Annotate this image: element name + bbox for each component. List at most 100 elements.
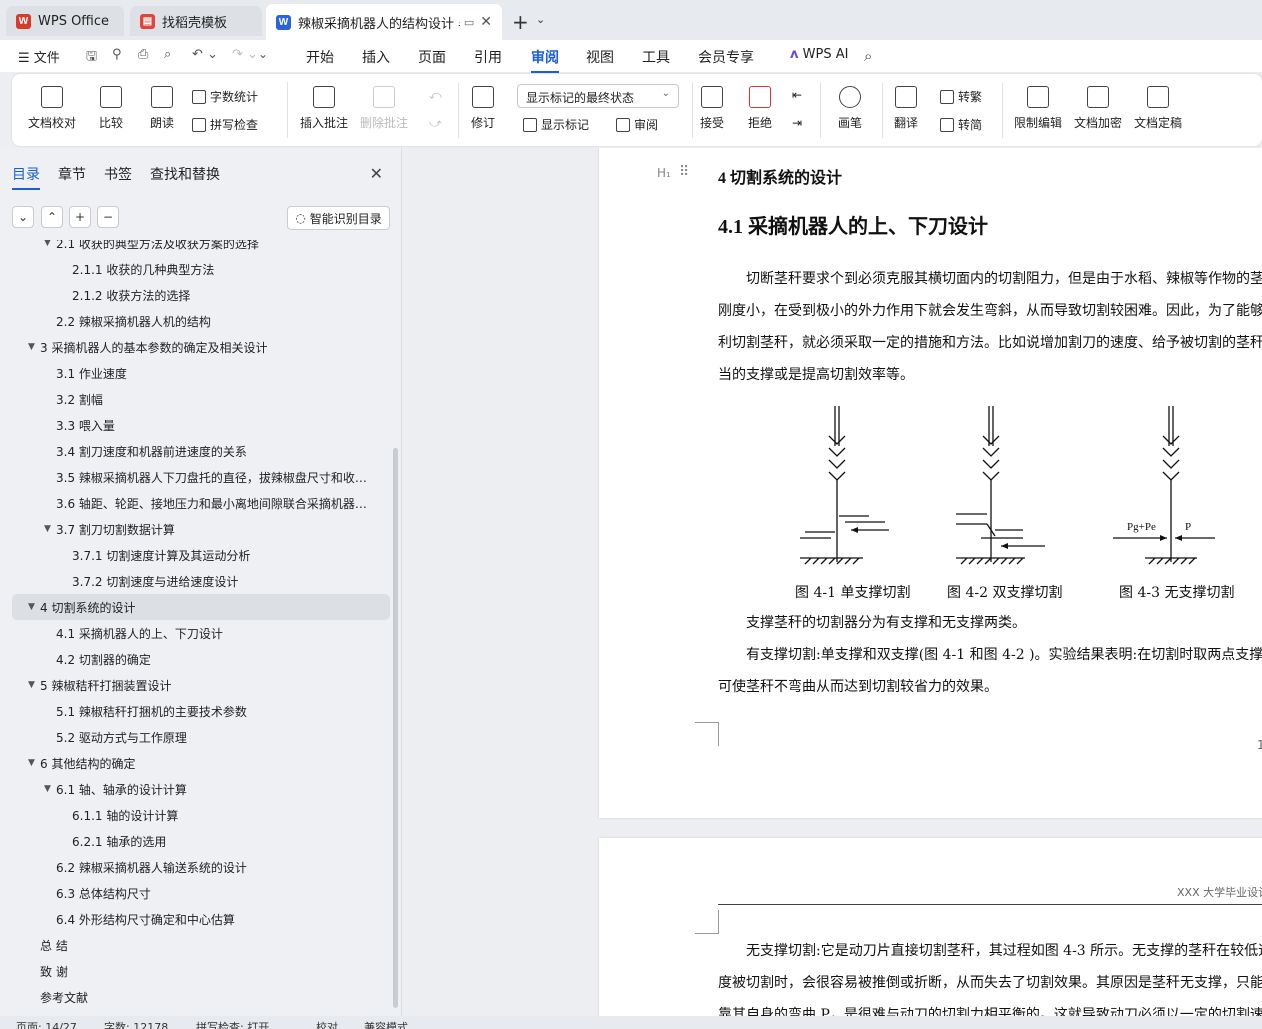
encrypt-button[interactable]: 文档加密	[1074, 86, 1122, 131]
show-markup-button[interactable]: 显示标记	[523, 116, 589, 133]
print-icon[interactable]: ⎙	[138, 47, 148, 62]
review-pane-button[interactable]: 审阅	[616, 116, 658, 133]
tab-chapters[interactable]: 章节	[58, 164, 86, 184]
expand-arrow-icon[interactable]: ▼	[44, 784, 51, 794]
translate-button[interactable]: 翻译	[894, 86, 918, 131]
page-indicator[interactable]: 页面: 14/27	[16, 1019, 77, 1029]
spell-check-button[interactable]: 拼写检查	[192, 116, 258, 133]
next-comment-icon[interactable]: ⤻	[429, 116, 442, 131]
proofread-indicator[interactable]: 校对	[316, 1019, 338, 1029]
toc-item[interactable]: 3.2 割幅	[12, 386, 390, 412]
tab-toc[interactable]: 目录	[12, 164, 40, 190]
toc-item[interactable]: 6.1.1 轴的设计计算	[12, 802, 390, 828]
reject-button[interactable]: 拒绝	[748, 86, 772, 131]
collapse-down-icon[interactable]: ⌄	[12, 206, 34, 228]
toc-item[interactable]: 3.5 辣椒采摘机器人下刀盘托的直径，拔辣椒盘尺寸和收缩...	[12, 464, 390, 490]
toc-item[interactable]: 3.6 轴距、轮距、接地压力和最小离地间隙联合采摘机器人...	[12, 490, 390, 516]
markup-state-select[interactable]: 显示标记的最终状态 ⌄	[517, 84, 679, 108]
heading-level-2[interactable]: 4.1 采摘机器人的上、下刀设计	[718, 210, 988, 239]
toc-item[interactable]: 致 谢	[12, 958, 390, 984]
share-icon[interactable]: ⚲	[112, 47, 122, 62]
para1-line[interactable]: 切断茎秆要求个到必须克服其横切面内的切割阻力，但是由于水稻、辣椒等作物的茎秆	[718, 268, 1262, 288]
print-preview-icon[interactable]: ⌕	[164, 47, 171, 62]
tab-wps-office[interactable]: W WPS Office	[6, 6, 124, 36]
toc-item[interactable]: 6.2.1 轴承的选用	[12, 828, 390, 854]
page2-line[interactable]: 度被切割时，会很容易被推倒或折断，从而失去了切割效果。其原因是茎秆无支撑，只能依	[718, 972, 1262, 992]
menu-insert[interactable]: 插入	[362, 47, 390, 67]
close-pane-icon[interactable]: ✕	[370, 164, 383, 183]
toc-item[interactable]: 4.1 采摘机器人的上、下刀设计	[12, 620, 390, 646]
search-icon[interactable]: ⌕	[864, 47, 872, 65]
tab-template[interactable]: ▤ 找稻壳模板	[130, 6, 262, 36]
toc-item[interactable]: 5.1 辣椒秸秆打捆机的主要技术参数	[12, 698, 390, 724]
menu-vip[interactable]: 会员专享	[698, 47, 754, 67]
toc-item[interactable]: 3.7.1 切割速度计算及其运动分析	[12, 542, 390, 568]
revise-button[interactable]: 修订	[471, 86, 495, 131]
spell-check-indicator[interactable]: 拼写检查: 打开	[196, 1019, 269, 1029]
file-menu[interactable]: ☰ 文件	[18, 47, 60, 66]
delete-comment-button[interactable]: 删除批注	[360, 86, 408, 131]
to-traditional-button[interactable]: 转繁	[940, 88, 982, 105]
menu-page[interactable]: 页面	[418, 47, 446, 67]
toc-item[interactable]: ▼ 6 其他结构的确定	[12, 750, 390, 776]
expand-arrow-icon[interactable]: ▼	[28, 602, 35, 612]
more-chevron-icon[interactable]: ⌄	[258, 47, 268, 61]
add-heading-icon[interactable]: +	[69, 206, 91, 228]
toc-item[interactable]: 2.1.1 收获的几种典型方法	[12, 256, 390, 282]
prev-comment-icon[interactable]: ⤺	[429, 88, 442, 103]
toc-item[interactable]: ▼ 3.7 割刀切割数据计算	[12, 516, 390, 542]
accept-button[interactable]: 接受	[700, 86, 724, 131]
toc-item[interactable]: 2.2 辣椒采摘机器人机的结构	[12, 308, 390, 334]
toc-item[interactable]: 总 结	[12, 932, 390, 958]
save-icon[interactable]: 🖫	[86, 47, 97, 69]
menu-start[interactable]: 开始	[306, 47, 334, 67]
tab-bookmarks[interactable]: 书签	[104, 164, 132, 184]
toc-item[interactable]: 6.2 辣椒采摘机器人输送系统的设计	[12, 854, 390, 880]
menu-view[interactable]: 视图	[586, 47, 614, 67]
heading-marker-icon[interactable]: H₁	[657, 166, 671, 180]
page2-line[interactable]: 无支撑切割:它是动刀片直接切割茎秆，其过程如图 4-3 所示。无支撑的茎秆在较低…	[718, 940, 1262, 960]
toc-item[interactable]: 4.2 切割器的确定	[12, 646, 390, 672]
tab-document[interactable]: W 辣椒采摘机器人的结构设计 毕 ▭ ✕	[266, 4, 502, 40]
toc-item[interactable]: 6.4 外形结构尺寸确定和中心估算	[12, 906, 390, 932]
toc-item[interactable]: ▼ 3 采摘机器人的基本参数的确定及相关设计	[12, 334, 390, 360]
expand-arrow-icon[interactable]: ▼	[28, 342, 35, 352]
expand-arrow-icon[interactable]: ▼	[28, 758, 35, 768]
smart-toc-button[interactable]: ◌ 智能识别目录	[287, 206, 390, 230]
pen-button[interactable]: 画笔	[838, 86, 862, 131]
remove-heading-icon[interactable]: −	[97, 206, 119, 228]
collapse-up-icon[interactable]: ⌃	[41, 206, 63, 228]
menu-tools[interactable]: 工具	[642, 47, 670, 67]
toc-item[interactable]: 参考文献	[12, 984, 390, 1010]
para1-line[interactable]: 当的支撑或是提高切割效率等。	[718, 364, 914, 384]
compare-button[interactable]: 比较	[99, 86, 123, 131]
restrict-edit-button[interactable]: 限制编辑	[1014, 86, 1062, 131]
to-simplified-button[interactable]: 转简	[940, 116, 982, 133]
redo-icon[interactable]: ↷ ⌄	[232, 47, 258, 62]
doc-check-button[interactable]: 文档校对	[28, 86, 76, 131]
window-icon[interactable]: ▭	[464, 16, 474, 29]
expand-arrow-icon[interactable]: ▼	[44, 240, 51, 248]
prev-change-icon[interactable]: ⇤	[792, 88, 802, 102]
toc-item[interactable]: 6.3 总体结构尺寸	[12, 880, 390, 906]
next-change-icon[interactable]: ⇥	[792, 116, 802, 130]
toc-item[interactable]: 2.1.2 收获方法的选择	[12, 282, 390, 308]
menu-review[interactable]: 审阅	[531, 47, 559, 73]
undo-icon[interactable]: ↶ ⌄	[192, 47, 218, 62]
finalize-button[interactable]: 文档定稿	[1134, 86, 1182, 131]
toc-item[interactable]: 3.4 割刀速度和机器前进速度的关系	[12, 438, 390, 464]
wps-ai-button[interactable]: ᴧ WPS AI	[790, 47, 848, 62]
menu-reference[interactable]: 引用	[474, 47, 502, 67]
toc-scrollbar[interactable]	[393, 448, 398, 1008]
para1-line[interactable]: 刚度小，在受到极小的外力作用下就会发生弯斜，从而导致切割较困难。因此，为了能够顺	[718, 300, 1262, 320]
expand-arrow-icon[interactable]: ▼	[44, 524, 51, 534]
new-tab-icon[interactable]: +	[512, 10, 529, 34]
toc-item[interactable]: ▼ 2.1 收获的典型方法及收获方案的选择	[12, 240, 390, 256]
toc-item[interactable]: 5.2 驱动方式与工作原理	[12, 724, 390, 750]
toc-item[interactable]: ▼ 5 辣椒秸秆打捆装置设计	[12, 672, 390, 698]
word-count-button[interactable]: 字数统计	[192, 88, 258, 105]
read-aloud-button[interactable]: 朗读	[150, 86, 174, 131]
word-count-indicator[interactable]: 字数: 12178	[104, 1019, 168, 1029]
para1-line[interactable]: 利切割茎秆，就必须采取一定的措施和方法。比如说增加割刀的速度、给予被切割的茎秆适	[718, 332, 1262, 352]
tab-find-replace[interactable]: 查找和替换	[150, 164, 220, 184]
